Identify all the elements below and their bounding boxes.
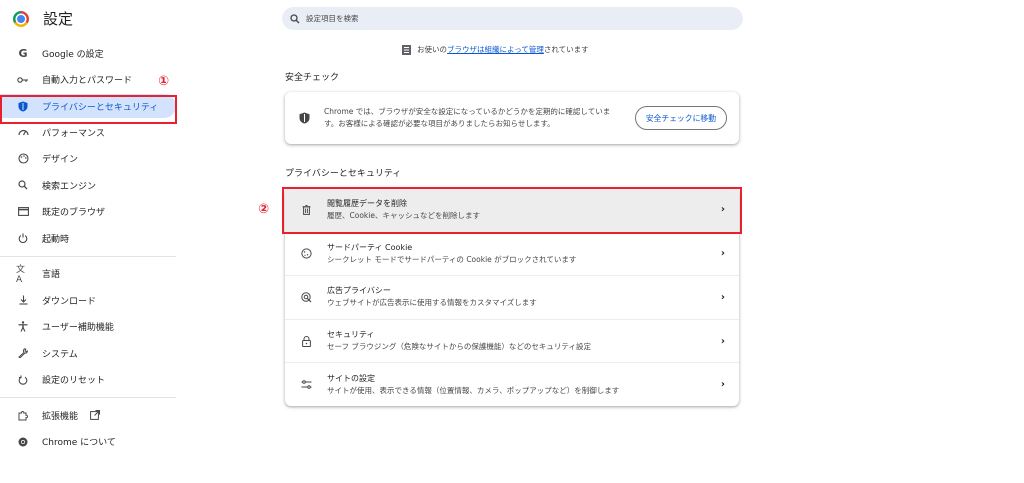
sidebar-item-label: 既定のブラウザ — [42, 208, 106, 219]
sidebar-item-label: デザイン — [42, 155, 79, 166]
sidebar-item-google[interactable]: G Google の設定 — [0, 40, 176, 67]
row-text: 広告プライバシー ウェブサイトが広告表示に使用する情報をカスタマイズします — [327, 285, 721, 309]
row-sublabel: ウェブサイトが広告表示に使用する情報をカスタマイズします — [327, 298, 537, 308]
sidebar-divider — [0, 255, 176, 257]
chrome-icon — [16, 437, 30, 447]
row-ad-privacy[interactable]: 広告プライバシー ウェブサイトが広告表示に使用する情報をカスタマイズします › — [285, 275, 739, 319]
reset-icon — [16, 375, 30, 385]
ad-privacy-icon — [299, 292, 313, 303]
sidebar-item-autofill[interactable]: 自動入力とパスワード — [0, 67, 176, 94]
chrome-logo-icon — [13, 10, 29, 27]
annotation-highlight-1 — [0, 95, 177, 124]
chevron-right-icon: › — [720, 335, 725, 347]
power-icon — [16, 233, 30, 244]
row-label: サードパーティ Cookie — [327, 242, 413, 252]
wrench-icon — [16, 348, 30, 359]
page-title: 設定 — [43, 10, 74, 28]
annotation-highlight-2 — [282, 187, 742, 234]
row-text: サイトの設定 サイトが使用、表示できる情報（位置情報、カメラ、ポップアップなど）… — [327, 373, 721, 397]
sidebar-item-search-engine[interactable]: 検索エンジン — [0, 172, 176, 199]
safety-check-card: Chrome では、ブラウザが安全な設定になっているかどうかを定期的に確認してい… — [285, 92, 739, 144]
row-label: サイトの設定 — [327, 373, 375, 383]
annotation-marker-1: ① — [158, 74, 170, 89]
translate-icon: 文A — [16, 265, 26, 286]
puzzle-icon — [16, 410, 30, 421]
chevron-right-icon: › — [720, 291, 725, 303]
row-sublabel: セーフ ブラウジング（危険なサイトからの保護機能）などのセキュリティ設定 — [327, 342, 591, 352]
sidebar-item-label: 検索エンジン — [42, 181, 97, 192]
sidebar-item-accessibility[interactable]: ユーザー補助機能 — [0, 314, 176, 341]
shield-check-icon — [297, 112, 311, 124]
managed-prefix: お使いの — [417, 45, 447, 54]
sidebar-item-label: ユーザー補助機能 — [42, 323, 114, 334]
building-icon — [402, 44, 411, 55]
palette-icon — [16, 153, 30, 164]
row-third-party-cookies[interactable]: サードパーティ Cookie シークレット モードでサードパーティの Cooki… — [285, 231, 739, 276]
managed-link[interactable]: ブラウザは組織によって管理 — [447, 45, 544, 54]
safety-check-title: 安全チェック — [285, 73, 340, 83]
sidebar-item-label: ダウンロード — [42, 296, 97, 307]
privacy-section-title: プライバシーとセキュリティ — [285, 169, 402, 179]
row-text: サードパーティ Cookie シークレット モードでサードパーティの Cooki… — [327, 242, 721, 266]
row-security[interactable]: セキュリティ セーフ ブラウジング（危険なサイトからの保護機能）などのセキュリテ… — [285, 318, 739, 363]
sidebar-item-label: 自動入力とパスワード — [42, 76, 133, 87]
sidebar-item-label: 起動時 — [42, 234, 70, 245]
managed-notice: お使いのブラウザは組織によって管理されています — [402, 44, 589, 55]
row-sublabel: サイトが使用、表示できる情報（位置情報、カメラ、ポップアップなど）を制御します — [327, 385, 620, 395]
sliders-icon — [299, 380, 313, 389]
row-label: 広告プライバシー — [327, 286, 391, 296]
search-icon — [290, 13, 300, 24]
sidebar-item-languages[interactable]: 文A 言語 — [0, 261, 176, 288]
search-icon — [16, 180, 30, 190]
cookie-icon — [299, 248, 313, 259]
sidebar-item-extensions[interactable]: 拡張機能 — [0, 402, 176, 429]
external-link-icon — [90, 410, 101, 421]
row-text: セキュリティ セーフ ブラウジング（危険なサイトからの保護機能）などのセキュリテ… — [327, 329, 721, 353]
sidebar-divider — [0, 397, 176, 398]
sidebar-item-label: 設定のリセット — [42, 376, 106, 387]
chevron-right-icon: › — [720, 248, 725, 260]
sidebar-item-label: Google の設定 — [42, 49, 104, 60]
sidebar-item-about-chrome[interactable]: Chrome について — [0, 429, 176, 456]
row-site-settings[interactable]: サイトの設定 サイトが使用、表示できる情報（位置情報、カメラ、ポップアップなど）… — [285, 362, 739, 406]
sidebar-item-label: パフォーマンス — [42, 128, 105, 139]
safety-check-button[interactable]: 安全チェックに移動 — [634, 106, 727, 130]
row-sublabel: シークレット モードでサードパーティの Cookie がブロックされています — [327, 254, 577, 264]
chevron-right-icon: › — [720, 379, 725, 391]
sidebar-item-design[interactable]: デザイン — [0, 146, 176, 173]
sidebar-item-label: システム — [42, 349, 78, 360]
sidebar-item-label: Chrome について — [42, 438, 116, 449]
search-input[interactable] — [306, 14, 706, 23]
annotation-marker-2: ② — [258, 202, 270, 217]
sidebar-item-system[interactable]: システム — [0, 340, 176, 367]
sidebar-item-label: 言語 — [42, 270, 61, 281]
google-icon: G — [18, 46, 28, 60]
row-label: セキュリティ — [327, 330, 375, 340]
search-bar[interactable] — [282, 7, 743, 30]
sidebar-item-downloads[interactable]: ダウンロード — [0, 287, 176, 314]
sidebar-item-label: 拡張機能 — [42, 411, 79, 422]
speedometer-icon — [16, 128, 30, 136]
key-icon — [16, 76, 30, 84]
safety-check-description: Chrome では、ブラウザが安全な設定になっているかどうかを定期的に確認してい… — [324, 106, 611, 129]
sidebar-item-reset[interactable]: 設定のリセット — [0, 367, 176, 394]
app-header: 設定 — [13, 8, 73, 29]
accessibility-icon — [16, 321, 30, 332]
download-icon — [16, 295, 30, 305]
lock-icon — [299, 335, 313, 347]
managed-suffix: されています — [543, 45, 589, 54]
sidebar-item-default-browser[interactable]: 既定のブラウザ — [0, 199, 176, 226]
browser-icon — [16, 207, 30, 217]
sidebar-item-on-startup[interactable]: 起動時 — [0, 225, 176, 252]
